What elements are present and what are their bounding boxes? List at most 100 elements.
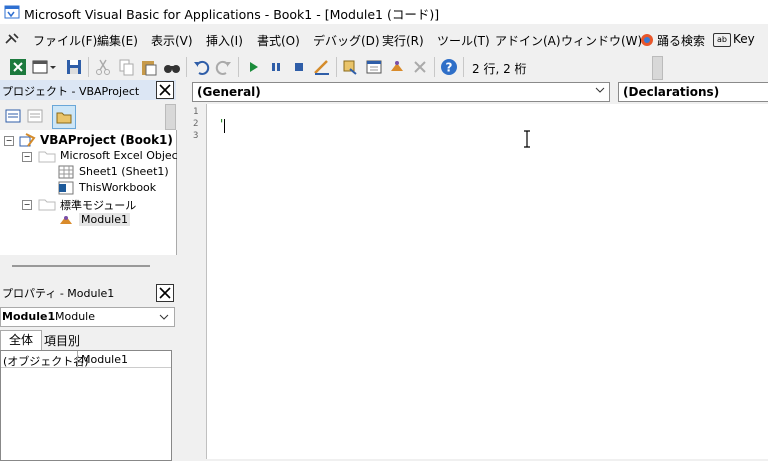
procedure-combo[interactable]: (Declarations) <box>618 82 768 102</box>
toolbar-separator <box>238 57 239 77</box>
object-browser-icon[interactable] <box>387 57 407 77</box>
tree-item-standard-modules[interactable]: 標準モジュール <box>60 197 136 213</box>
folder-icon <box>38 199 56 211</box>
project-pane-title: プロジェクト - VBAProject <box>2 85 140 98</box>
close-icon[interactable] <box>156 81 174 99</box>
collapse-icon[interactable]: − <box>22 152 32 162</box>
property-value[interactable]: Module1 <box>81 353 128 366</box>
tree-item-excel-objects[interactable]: Microsoft Excel Objec <box>60 149 178 162</box>
workbook-icon <box>58 181 74 195</box>
properties-window-icon[interactable] <box>364 57 384 77</box>
design-mode-icon[interactable] <box>312 57 332 77</box>
menu-window[interactable]: ウィンドウ(W) <box>561 32 642 49</box>
line-number: 3 <box>193 131 199 141</box>
menu-tools[interactable]: ツール(T) <box>437 32 490 49</box>
code-window-header: (General) (Declarations) <box>184 80 768 104</box>
chevron-down-icon <box>595 87 605 93</box>
properties-pane-title: プロパティ - Module1 <box>2 287 115 300</box>
menu-bar: ファイル(F) 編集(E) 表示(V) 挿入(I) 書式(O) デバッグ(D) … <box>0 27 768 51</box>
procedure-combo-value: (Declarations) <box>623 85 720 99</box>
ibeam-cursor-icon <box>524 130 530 148</box>
tab-categorized[interactable]: 項目別 <box>44 332 80 349</box>
code-editor[interactable]: 1 2 3 ' <box>193 104 768 459</box>
menu-format[interactable]: 書式(O) <box>257 32 300 49</box>
project-tree-scrollbar[interactable] <box>0 256 176 280</box>
properties-grid: (オブジェクト名) Module1 <box>0 350 172 461</box>
module-icon <box>60 216 72 224</box>
menu-edit[interactable]: 編集(E) <box>97 32 138 49</box>
project-explorer-icon[interactable] <box>341 57 361 77</box>
tree-item-sheet1[interactable]: Sheet1 (Sheet1) <box>79 165 169 178</box>
toolbar-separator <box>434 57 435 77</box>
line-number: 1 <box>193 107 199 117</box>
view-code-icon[interactable] <box>4 107 22 125</box>
tree-item-vbaproject[interactable]: VBAProject (Book1) <box>40 133 173 147</box>
object-select[interactable]: Module1 Module <box>0 307 175 327</box>
tree-item-thisworkbook[interactable]: ThisWorkbook <box>79 181 156 194</box>
menu-debug[interactable]: デバッグ(D) <box>313 32 380 49</box>
find-icon[interactable] <box>162 57 182 77</box>
menubar-gripper-icon[interactable] <box>4 31 22 47</box>
toolbar-separator <box>336 57 337 77</box>
toolbar-separator <box>88 57 89 77</box>
pane-toolbar-options[interactable] <box>165 104 176 130</box>
vba-app-icon <box>4 5 20 19</box>
view-object-icon[interactable] <box>26 107 44 125</box>
window-title: Microsoft Visual Basic for Applications … <box>24 7 440 22</box>
tree-item-module1[interactable]: Module1 <box>79 213 130 226</box>
toolbox-icon[interactable] <box>410 57 430 77</box>
menu-insert[interactable]: 挿入(I) <box>206 32 243 49</box>
properties-pane-header: プロパティ - Module1 <box>0 282 176 302</box>
cut-icon[interactable] <box>93 57 113 77</box>
folder-icon <box>38 151 56 163</box>
cursor-position-text: 2 行, 2 桁 <box>472 62 527 76</box>
paste-icon[interactable] <box>139 57 159 77</box>
toggle-folders-icon[interactable] <box>52 105 76 129</box>
copy-icon[interactable] <box>116 57 136 77</box>
line-number: 2 <box>193 119 199 129</box>
object-select-name: Module1 <box>2 310 56 323</box>
insert-userform-icon[interactable] <box>30 57 50 77</box>
menu-key[interactable]: Key <box>733 32 755 46</box>
title-bar: Microsoft Visual Basic for Applications … <box>0 0 768 24</box>
object-combo[interactable]: (General) <box>192 82 610 102</box>
sheet-icon <box>58 165 74 179</box>
scrollbar-thumb[interactable] <box>12 265 150 267</box>
svg-text:?: ? <box>446 61 453 75</box>
menu-file[interactable]: ファイル(F) <box>33 32 97 49</box>
menu-view[interactable]: 表示(V) <box>151 32 193 49</box>
vbaproject-icon <box>19 133 36 147</box>
chevron-down-icon[interactable] <box>48 57 58 77</box>
standard-toolbar: ? 2 行, 2 桁 <box>0 54 660 80</box>
excel-view-icon[interactable] <box>8 57 28 77</box>
toolbar-separator <box>186 57 187 77</box>
menu-addins[interactable]: アドイン(A) <box>495 32 561 49</box>
break-icon[interactable] <box>266 57 286 77</box>
grid-divider <box>77 351 78 367</box>
project-tree: − VBAProject (Book1) − Microsoft Excel O… <box>0 130 178 255</box>
menu-search[interactable]: 踊る検索 <box>657 32 705 49</box>
toolbar-separator <box>463 57 464 77</box>
collapse-icon[interactable]: − <box>22 200 32 210</box>
grid-row-line <box>1 367 171 368</box>
help-icon[interactable]: ? <box>439 57 459 77</box>
menu-run[interactable]: 実行(R) <box>382 32 424 49</box>
collapse-icon[interactable]: − <box>4 136 14 146</box>
object-combo-value: (General) <box>197 85 261 99</box>
chevron-down-icon <box>159 314 169 320</box>
object-select-type: Module <box>55 310 95 323</box>
key-badge-icon: ab <box>713 33 731 47</box>
run-icon[interactable] <box>243 57 263 77</box>
redo-icon[interactable] <box>214 57 234 77</box>
project-pane-toolbar <box>0 102 176 130</box>
properties-tabs: 全体 項目別 <box>0 330 176 350</box>
text-caret <box>224 119 225 133</box>
toolbar-options-icon[interactable] <box>652 56 663 80</box>
close-icon[interactable] <box>156 284 174 302</box>
undo-icon[interactable] <box>191 57 211 77</box>
search-globe-icon <box>641 34 653 46</box>
tab-alphabetic[interactable]: 全体 <box>0 330 42 350</box>
margin-indicator-bar[interactable] <box>184 104 207 459</box>
save-icon[interactable] <box>64 57 84 77</box>
reset-icon[interactable] <box>289 57 309 77</box>
